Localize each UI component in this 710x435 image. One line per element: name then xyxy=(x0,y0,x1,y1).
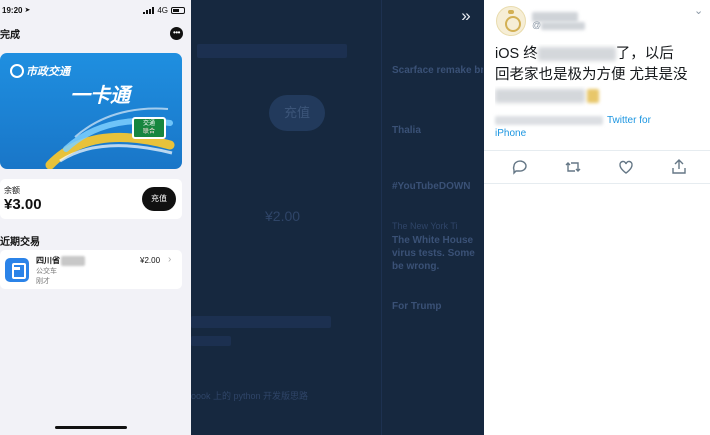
expand-chevrons-icon[interactable]: » xyxy=(455,5,477,27)
bus-icon xyxy=(5,258,29,282)
dimmed-text-bar xyxy=(191,316,331,328)
tweet-text-part: iOS 终 xyxy=(495,46,538,62)
transit-card[interactable]: 市政交通 一卡通 交通 联合 xyxy=(0,53,182,169)
wallet-phone-screen: 19:20 ➤ 4G 完成 ••• 市政交通 一卡通 交通 联合 余额 ¥3.0… xyxy=(0,0,191,435)
location-arrow-icon: ➤ xyxy=(24,7,31,14)
dimmed-column-divider xyxy=(381,0,382,435)
done-button[interactable]: 完成 xyxy=(0,26,20,41)
card-logo-icon xyxy=(10,64,24,78)
dimmed-trend: Thalia xyxy=(392,125,421,136)
card-logo: 市政交通 xyxy=(10,63,70,79)
tweet-text-line: 回老家也是极为方便 尤其是没 xyxy=(495,67,688,83)
home-indicator xyxy=(55,426,127,429)
transaction-name: 四川省 xyxy=(36,256,60,265)
chevron-down-icon[interactable]: ⌄ xyxy=(694,4,703,17)
redacted-text xyxy=(61,255,85,266)
recharge-button[interactable]: 充值 xyxy=(142,187,176,211)
dimmed-trend: For Trump xyxy=(392,301,442,312)
battery-icon xyxy=(171,6,185,14)
divider xyxy=(484,150,710,151)
dimmed-text-bar xyxy=(191,336,231,346)
retweet-icon[interactable] xyxy=(562,156,584,178)
transaction-type: 公交车 xyxy=(36,268,57,275)
source-link[interactable]: Twitter for xyxy=(607,115,651,126)
dimmed-trend: The White House xyxy=(392,235,474,246)
dimmed-trend: Scarface remake bri xyxy=(392,65,483,76)
redacted-text xyxy=(495,115,603,125)
transaction-amount: ¥2.00 xyxy=(140,256,161,265)
card-title: 一卡通 xyxy=(70,85,130,107)
wallet-nav: 完成 ••• xyxy=(0,20,191,46)
balance-label: 余额 xyxy=(4,186,20,195)
tweet-meta: Twitter for iPhone xyxy=(495,114,705,140)
dimmed-text: oook 上的 python 开发版思路 xyxy=(191,391,309,401)
like-icon[interactable] xyxy=(615,156,637,178)
handle-prefix: @ xyxy=(532,20,542,30)
dimmed-amount: ¥2.00 xyxy=(265,208,301,224)
avatar[interactable] xyxy=(496,6,526,36)
dimmed-trend: The New York Ti xyxy=(392,221,458,231)
balance-panel: 余额 ¥3.00 充值 xyxy=(0,179,182,219)
dimmed-recharge-button: 充值 xyxy=(269,95,325,131)
redacted-text xyxy=(541,21,586,30)
card-logo-text: 市政交通 xyxy=(26,66,70,78)
chevron-right-icon: › xyxy=(168,254,172,265)
card-badge-bottom: 联合 xyxy=(142,129,155,135)
balance-value: ¥3.00 xyxy=(4,196,42,213)
dimmed-trend: be wrong. xyxy=(392,261,440,272)
transaction-row[interactable]: 四川省 公交车 刚才 ¥2.00 › xyxy=(0,250,182,289)
signal-icon xyxy=(143,6,155,14)
card-badge-top: 交通 xyxy=(142,121,155,127)
tweet-text-part: 了，以后 xyxy=(615,46,674,62)
divider xyxy=(484,183,710,184)
dimmed-trend: #YouTubeDOWN xyxy=(392,181,471,192)
recent-transactions-title: 近期交易 xyxy=(0,237,40,248)
status-bar: 19:20 ➤ 4G xyxy=(0,0,191,20)
dimmed-text-bar xyxy=(197,44,347,58)
tweet-actions xyxy=(484,156,710,178)
redacted-text xyxy=(495,89,585,104)
source-device[interactable]: iPhone xyxy=(495,128,526,139)
status-time: 19:20 xyxy=(2,5,23,15)
dimmed-background: 充值 ¥2.00 oook 上的 python 开发版思路 Scarface r… xyxy=(191,0,483,435)
tweet-panel: @ ⌄ iOS 终 了，以后 回老家也是极为方便 尤其是没 Twitter for… xyxy=(484,0,710,435)
redacted-text xyxy=(537,47,616,62)
emoji-icon xyxy=(587,89,599,104)
user-handle[interactable]: @ xyxy=(532,20,586,30)
more-options-button[interactable]: ••• xyxy=(170,26,183,40)
dimmed-trend: virus tests. Some xyxy=(392,248,475,259)
network-label: 4G xyxy=(157,5,168,15)
share-icon[interactable] xyxy=(668,156,690,178)
transaction-time: 刚才 xyxy=(36,278,50,285)
card-badge: 交通 联合 xyxy=(132,117,166,139)
reply-icon[interactable] xyxy=(509,156,531,178)
tweet-text: iOS 终 了，以后 回老家也是极为方便 尤其是没 xyxy=(495,44,707,107)
